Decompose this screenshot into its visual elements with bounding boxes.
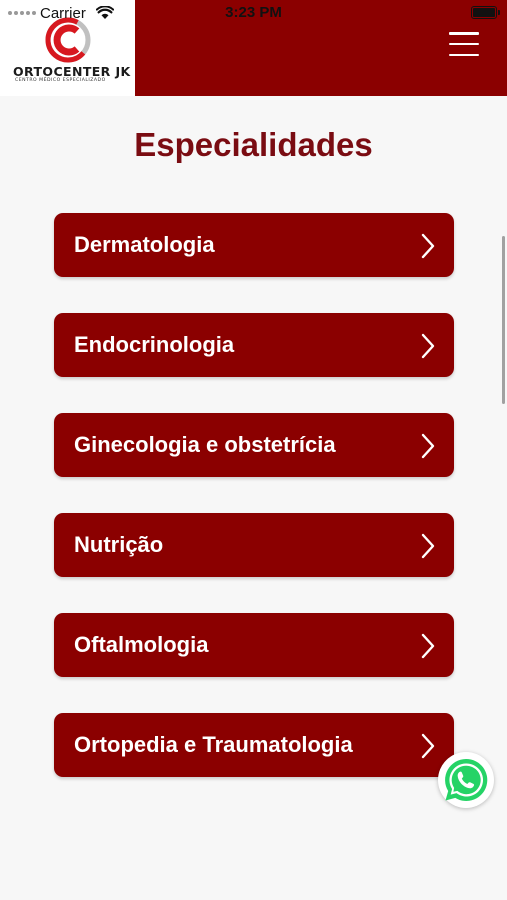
specialty-label: Ginecologia e obstetrícia [74,432,336,457]
specialty-list: Dermatologia Endocrinologia Ginecologia … [54,213,454,813]
scrollbar[interactable] [502,236,505,404]
logo-mark-icon [45,17,91,63]
specialty-item-oftalmologia[interactable]: Oftalmologia [54,613,454,677]
logo-name: ORTOCENTER JK [13,64,131,79]
chevron-right-icon [421,433,435,459]
specialty-item-ortopedia[interactable]: Ortopedia e Traumatologia [54,713,454,777]
logo-tagline: CENTRO MÉDICO ESPECIALIZADO [15,78,106,83]
hamburger-line [449,42,479,46]
battery-icon [471,6,500,19]
page-title: Especialidades [134,126,373,163]
whatsapp-icon [445,758,488,801]
chevron-right-icon [421,533,435,559]
chevron-right-icon [421,333,435,359]
chevron-right-icon [421,733,435,759]
hamburger-line [449,32,479,35]
status-time: 3:23 PM [225,4,282,21]
menu-button[interactable] [449,32,479,56]
chevron-right-icon [421,633,435,659]
specialty-label: Dermatologia [74,232,215,257]
specialty-label: Oftalmologia [74,632,209,657]
specialty-item-nutricao[interactable]: Nutrição [54,513,454,577]
specialty-item-dermatologia[interactable]: Dermatologia [54,213,454,277]
whatsapp-button[interactable] [438,752,494,808]
specialty-label: Endocrinologia [74,332,235,357]
specialty-item-endocrinologia[interactable]: Endocrinologia [54,313,454,377]
chevron-right-icon [421,233,435,259]
hamburger-line [449,53,479,56]
specialty-label: Nutrição [74,532,164,557]
specialty-label: Ortopedia e Traumatologia [74,732,353,757]
specialty-item-ginecologia[interactable]: Ginecologia e obstetrícia [54,413,454,477]
